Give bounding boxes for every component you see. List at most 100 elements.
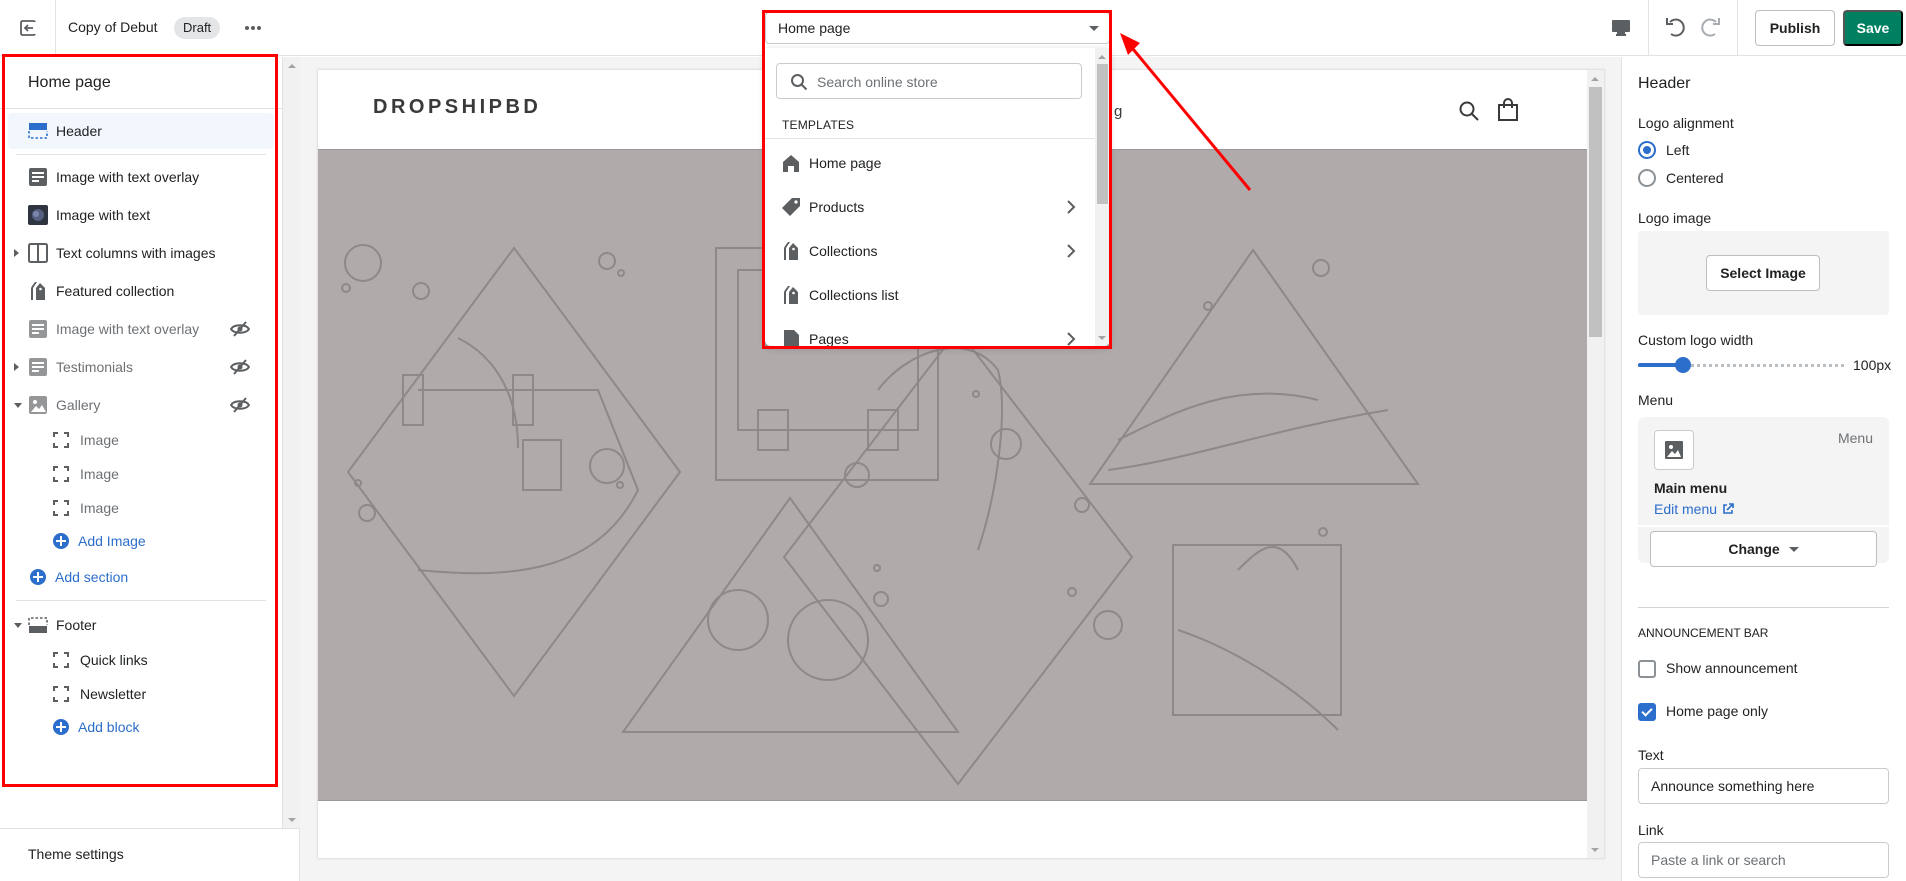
more-actions-button[interactable] xyxy=(240,16,266,40)
logo-width-value: 100px xyxy=(1853,357,1892,373)
store-logo[interactable]: DROPSHIPBD xyxy=(373,96,541,119)
expand-caret-icon[interactable] xyxy=(14,249,19,257)
page-selector[interactable]: Home page xyxy=(765,12,1110,44)
radio-left[interactable] xyxy=(1638,141,1656,159)
redo-icon xyxy=(1701,18,1720,37)
radio-centered-label[interactable]: Centered xyxy=(1666,170,1724,186)
section-label: Header xyxy=(56,123,102,139)
template-item-home-page[interactable]: Home page xyxy=(765,141,1095,185)
template-label: Home page xyxy=(809,155,882,171)
radio-left-label[interactable]: Left xyxy=(1666,142,1689,158)
exit-editor-button[interactable] xyxy=(0,0,56,56)
section-header[interactable]: Header xyxy=(8,113,274,149)
section-item[interactable]: Testimonials xyxy=(8,349,274,385)
dropdown-scroll-thumb[interactable] xyxy=(1097,64,1108,204)
select-image-button[interactable]: Select Image xyxy=(1706,255,1820,291)
scroll-up-icon[interactable] xyxy=(288,64,296,68)
section-item[interactable]: Image with text xyxy=(8,197,274,233)
home-page-only-label[interactable]: Home page only xyxy=(1666,703,1768,719)
home-page-only-checkbox[interactable] xyxy=(1638,703,1656,721)
template-item-collections-list[interactable]: Collections list xyxy=(765,273,1095,317)
theme-settings-button[interactable]: Theme settings xyxy=(0,828,300,881)
template-item-products[interactable]: Products xyxy=(765,185,1095,229)
collapse-caret-icon[interactable] xyxy=(14,622,22,628)
menu-label: Menu xyxy=(1638,392,1674,408)
section-item-gallery[interactable]: Gallery xyxy=(8,387,274,423)
search-icon[interactable] xyxy=(1458,100,1480,122)
logo-image-label: Logo image xyxy=(1638,210,1712,226)
logo-image-picker: Select Image xyxy=(1638,231,1889,315)
block-item[interactable]: Image xyxy=(8,423,274,457)
block-item[interactable]: Newsletter xyxy=(8,677,274,711)
preview-scrollbar[interactable] xyxy=(1587,70,1604,858)
add-image-label: Add Image xyxy=(78,533,146,549)
expand-caret-icon[interactable] xyxy=(14,363,19,371)
undo-icon xyxy=(1666,18,1685,37)
desktop-view-button[interactable] xyxy=(1608,16,1634,40)
section-label: Image with text overlay xyxy=(56,321,200,337)
block-item[interactable]: Image xyxy=(8,457,274,491)
sidebar-title: Home page xyxy=(28,74,111,91)
section-item[interactable]: Image with text overlay xyxy=(8,311,274,347)
store-nav-fragment[interactable]: g xyxy=(1114,103,1122,120)
settings-title: Header xyxy=(1638,75,1691,92)
caret-down-icon xyxy=(1788,546,1799,552)
search-field[interactable] xyxy=(776,63,1082,99)
template-item-collections[interactable]: Collections xyxy=(765,229,1095,273)
block-icon xyxy=(53,466,69,482)
section-footer[interactable]: Footer xyxy=(8,607,274,643)
slider-thumb[interactable] xyxy=(1675,357,1692,373)
section-label: Text columns with images xyxy=(56,245,216,261)
cart-icon[interactable] xyxy=(1497,98,1519,122)
show-announcement-label[interactable]: Show announcement xyxy=(1666,660,1798,676)
change-menu-button[interactable]: Change xyxy=(1650,531,1877,567)
custom-logo-width-label: Custom logo width xyxy=(1638,332,1754,348)
collections-icon xyxy=(31,282,45,300)
announcement-text-input[interactable] xyxy=(1638,768,1889,804)
scroll-up-icon[interactable] xyxy=(1591,77,1599,81)
hidden-eye-icon[interactable] xyxy=(230,357,250,377)
scroll-down-icon[interactable] xyxy=(1098,336,1106,340)
redo-button[interactable] xyxy=(1698,15,1724,41)
add-image-button[interactable]: Add Image xyxy=(53,533,146,549)
preview-scroll-thumb[interactable] xyxy=(1589,87,1602,337)
text-block-icon xyxy=(29,168,47,186)
template-item-pages[interactable]: Pages xyxy=(765,317,1095,346)
show-announcement-checkbox[interactable] xyxy=(1638,660,1656,678)
section-item[interactable]: Image with text overlay xyxy=(8,159,274,195)
hidden-eye-icon[interactable] xyxy=(230,319,250,339)
chevron-right-icon xyxy=(1067,200,1076,214)
block-label: Quick links xyxy=(80,652,148,668)
hidden-eye-icon[interactable] xyxy=(230,395,250,415)
plus-circle-icon xyxy=(53,533,69,549)
collapse-caret-icon[interactable] xyxy=(14,402,22,408)
undo-button[interactable] xyxy=(1662,15,1688,41)
sidebar-scrollbar[interactable] xyxy=(282,57,300,828)
search-input[interactable] xyxy=(817,72,1067,92)
block-item[interactable]: Quick links xyxy=(8,643,274,677)
scroll-down-icon[interactable] xyxy=(1591,848,1599,852)
publish-button[interactable]: Publish xyxy=(1755,10,1835,46)
logo-width-slider[interactable] xyxy=(1638,355,1844,375)
block-item[interactable]: Image xyxy=(8,491,274,525)
menu-name: Main menu xyxy=(1654,480,1728,496)
sections-sidebar: Home page Header Image with text overlay… xyxy=(0,57,300,881)
scroll-down-icon[interactable] xyxy=(288,818,296,822)
scroll-up-icon[interactable] xyxy=(1098,55,1106,59)
section-item[interactable]: Featured collection xyxy=(8,273,274,309)
add-section-button[interactable]: Add section xyxy=(30,569,128,585)
text-block-icon xyxy=(29,358,47,376)
section-item[interactable]: Text columns with images xyxy=(8,235,274,271)
add-block-button[interactable]: Add block xyxy=(53,719,139,735)
image-thumbnail-icon xyxy=(28,205,48,225)
section-label: Testimonials xyxy=(56,359,134,375)
edit-menu-link[interactable]: Edit menu xyxy=(1654,501,1734,517)
footer-section-icon xyxy=(28,617,48,633)
template-label: Collections list xyxy=(809,287,899,303)
change-label: Change xyxy=(1728,541,1780,557)
announcement-link-input[interactable] xyxy=(1638,842,1889,878)
section-label: Image with text overlay xyxy=(56,169,200,185)
dropdown-scrollbar[interactable] xyxy=(1095,48,1110,346)
save-button[interactable]: Save xyxy=(1843,10,1903,46)
radio-centered[interactable] xyxy=(1638,169,1656,187)
